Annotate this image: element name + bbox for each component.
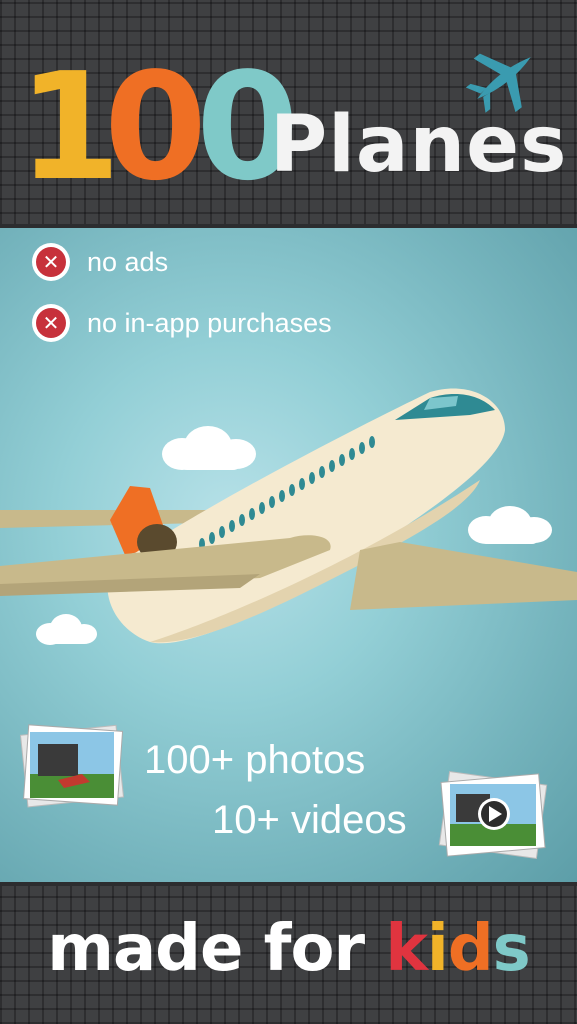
title-digit-zero-1: 0 [104,41,207,213]
kids-letter-k: k [385,912,428,986]
kids-letter-s: s [492,912,531,986]
photos-count-label: 100+ photos [144,738,366,782]
feature-label: no in-app purchases [87,307,332,338]
tagline-prefix: made for [47,912,386,986]
x-circle-icon: ✕ [32,243,70,281]
feature-no-in-app-purchases: ✕ no in-app purchases [32,303,332,343]
made-for-kids-label: made for kids [0,912,577,986]
photo-stack-icon [20,724,125,808]
video-stack-icon [438,770,548,860]
kids-letter-d: d [447,912,494,986]
airliner-illustration [0,388,577,644]
feature-label: no ads [87,246,169,277]
feature-no-ads: ✕ no ads [32,242,168,282]
videos-count-label: 10+ videos [212,798,407,842]
kids-letter-i: i [426,912,449,986]
x-circle-icon: ✕ [32,304,70,342]
airplane-icon [465,53,531,113]
